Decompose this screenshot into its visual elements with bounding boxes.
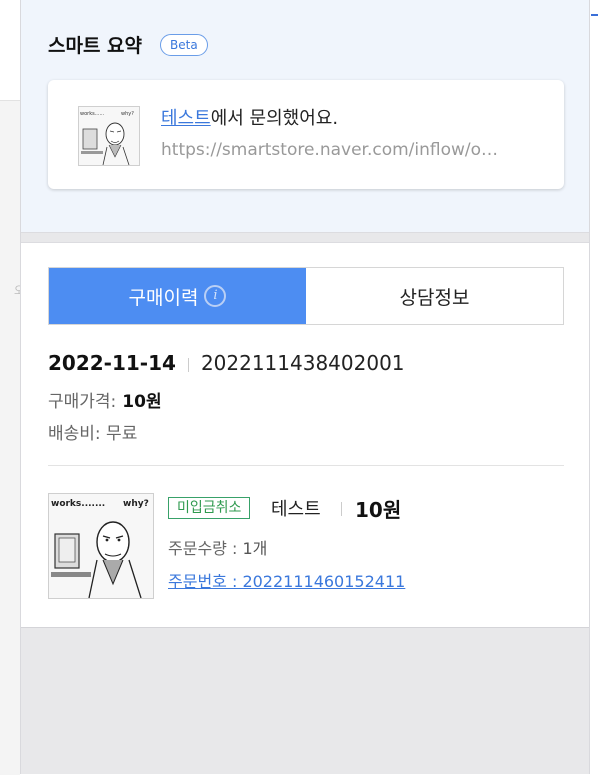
tab-consultation-info[interactable]: 상담정보 bbox=[306, 268, 563, 324]
order-date: 2022-11-14 bbox=[48, 351, 176, 375]
inflow-url: https://smartstore.naver.com/inflow/o… bbox=[161, 140, 499, 160]
meme-thumbnail-image: works...... why? bbox=[79, 107, 139, 165]
item-thumbnail-caption-left: works....... bbox=[51, 499, 105, 509]
tab-consultation-info-label: 상담정보 bbox=[399, 286, 470, 309]
background-page-right bbox=[590, 0, 598, 774]
order-quantity-label: 주문수량 : bbox=[168, 539, 243, 558]
inquiry-summary-text: 테스트에서 문의했어요. bbox=[161, 104, 338, 130]
tab-purchase-history-label: 구매이력 bbox=[128, 286, 199, 309]
item-thumbnail[interactable]: works....... why? bbox=[48, 493, 154, 599]
inquiry-suffix: 에서 문의했어요. bbox=[210, 108, 339, 129]
order-id: 2022111438402001 bbox=[200, 351, 405, 375]
payment-status-badge: 미입금취소 bbox=[168, 497, 251, 519]
background-accent-line bbox=[591, 14, 598, 16]
store-link[interactable]: 테스트 bbox=[161, 108, 211, 129]
order-header: 2022-11-14 2022111438402001 bbox=[48, 351, 405, 375]
info-tabs: 구매이력 i 상담정보 bbox=[48, 267, 564, 325]
order-number-link[interactable]: 주문번호 : 2022111460152411 bbox=[168, 568, 405, 592]
purchase-price-value: 10원 bbox=[122, 392, 162, 412]
order-header-divider bbox=[187, 357, 189, 372]
item-divider bbox=[341, 502, 342, 516]
smart-summary-title: 스마트 요약 bbox=[48, 35, 143, 57]
meme-item-image: works....... why? bbox=[49, 494, 153, 598]
order-quantity: 주문수량 : 1개 bbox=[168, 535, 267, 559]
background-page-strip bbox=[0, 100, 20, 775]
purchase-price: 구매가격: 10원 bbox=[48, 387, 162, 412]
purchase-price-label: 구매가격: bbox=[48, 392, 117, 412]
thumbnail-caption-right: why? bbox=[121, 111, 134, 117]
item-price: 10원 bbox=[355, 498, 402, 522]
smart-summary-section: 스마트 요약 Beta works...... why? 테스트에서 문의했어요… bbox=[21, 0, 589, 233]
section-divider bbox=[48, 465, 564, 466]
customer-side-panel: 스마트 요약 Beta works...... why? 테스트에서 문의했어요… bbox=[20, 0, 590, 774]
tab-purchase-history[interactable]: 구매이력 i bbox=[49, 268, 306, 324]
product-thumbnail: works...... why? bbox=[78, 106, 140, 166]
item-thumbnail-caption-right: why? bbox=[123, 499, 149, 509]
shipping-fee: 배송비: 무료 bbox=[48, 424, 138, 444]
inquiry-summary-card[interactable]: works...... why? 테스트에서 문의했어요. https://sm… bbox=[48, 80, 564, 189]
info-icon[interactable]: i bbox=[204, 285, 227, 307]
purchase-history-section: 구매이력 i 상담정보 2022-11-14 2022111438402001 구… bbox=[21, 242, 589, 628]
item-name: 테스트 bbox=[271, 499, 321, 520]
beta-badge: Beta bbox=[160, 34, 208, 56]
thumbnail-caption-left: works...... bbox=[80, 111, 105, 117]
order-quantity-value: 1개 bbox=[242, 539, 268, 558]
